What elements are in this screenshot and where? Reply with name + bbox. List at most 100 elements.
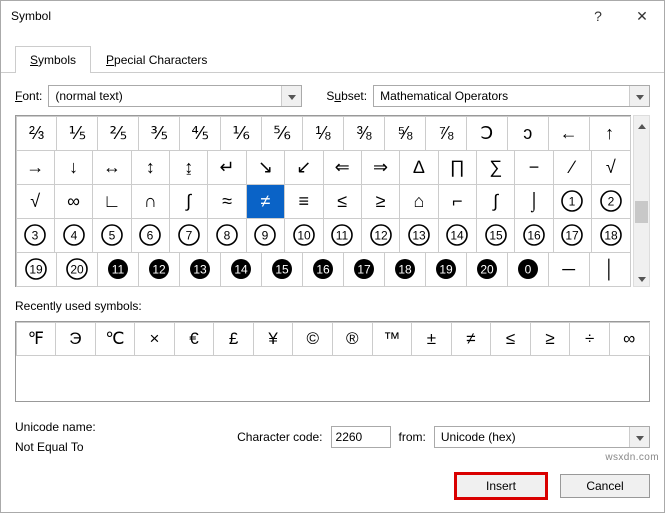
symbol-cell[interactable]: 13 [179, 252, 221, 287]
symbol-cell[interactable]: ⅝ [384, 116, 426, 151]
symbol-cell[interactable]: 10 [284, 218, 323, 253]
symbol-cell[interactable]: 19 [425, 252, 467, 287]
symbol-cell[interactable]: ↙ [284, 150, 323, 185]
subset-select[interactable]: Mathematical Operators [373, 85, 650, 107]
symbol-cell[interactable]: Э [55, 322, 96, 356]
symbol-cell[interactable]: 11 [97, 252, 139, 287]
symbol-cell[interactable]: 15 [261, 252, 303, 287]
symbol-cell[interactable]: ≠ [451, 322, 492, 356]
symbol-cell[interactable]: → [16, 150, 55, 185]
symbol-cell[interactable]: × [134, 322, 175, 356]
symbol-cell[interactable]: 16 [302, 252, 344, 287]
symbol-cell[interactable]: 11 [323, 218, 362, 253]
symbol-cell[interactable]: 2 [591, 184, 630, 219]
symbol-cell[interactable]: ⅔ [16, 116, 58, 151]
symbol-cell[interactable]: ∏ [438, 150, 477, 185]
tab-symbols[interactable]: Symbols [15, 46, 91, 73]
symbol-cell[interactable]: 9 [246, 218, 285, 253]
symbol-cell[interactable]: ← [548, 116, 590, 151]
symbol-cell[interactable]: 6 [131, 218, 170, 253]
symbol-cell[interactable]: 12 [361, 218, 400, 253]
symbol-cell[interactable]: ≤ [490, 322, 531, 356]
symbol-cell[interactable]: ∟ [92, 184, 131, 219]
symbol-cell[interactable]: 5 [92, 218, 131, 253]
symbol-cell[interactable]: ∞ [609, 322, 650, 356]
symbol-cell[interactable]: ⌐ [438, 184, 477, 219]
symbol-cell[interactable]: ∆ [399, 150, 438, 185]
symbol-cell[interactable]: 8 [207, 218, 246, 253]
symbol-cell[interactable]: 19 [16, 252, 58, 287]
scroll-thumb[interactable] [635, 201, 648, 223]
help-button[interactable]: ? [576, 1, 620, 31]
cancel-button[interactable]: Cancel [560, 474, 650, 498]
symbol-cell[interactable]: 7 [169, 218, 208, 253]
symbol-cell[interactable]: £ [213, 322, 254, 356]
symbol-cell[interactable]: 17 [553, 218, 592, 253]
symbol-cell[interactable]: ± [411, 322, 452, 356]
symbol-cell[interactable]: 13 [399, 218, 438, 253]
symbol-cell[interactable]: ↄ [507, 116, 549, 151]
symbol-cell[interactable]: ∩ [131, 184, 170, 219]
symbol-cell[interactable]: ⅗ [138, 116, 180, 151]
symbol-cell[interactable]: 1 [553, 184, 592, 219]
symbol-cell[interactable]: 0 [507, 252, 549, 287]
scroll-track[interactable] [634, 133, 649, 269]
symbol-cell[interactable]: ↑ [589, 116, 631, 151]
symbol-cell[interactable]: ≠ [246, 184, 285, 219]
font-select[interactable]: (normal text) [48, 85, 302, 107]
symbol-cell[interactable]: 12 [138, 252, 180, 287]
symbol-cell[interactable]: 20 [56, 252, 98, 287]
symbol-cell[interactable]: ⌂ [399, 184, 438, 219]
symbol-cell[interactable]: ∫ [476, 184, 515, 219]
symbol-cell[interactable]: ∫ [169, 184, 208, 219]
symbol-cell[interactable]: 18 [591, 218, 630, 253]
symbol-cell[interactable]: ⌡ [514, 184, 553, 219]
symbol-cell[interactable]: ™ [372, 322, 413, 356]
symbol-cell[interactable]: 16 [514, 218, 553, 253]
symbol-cell[interactable]: ↨ [169, 150, 208, 185]
symbol-cell[interactable]: 17 [343, 252, 385, 287]
symbol-cell[interactable]: ⅚ [261, 116, 303, 151]
symbol-cell[interactable]: ≤ [323, 184, 362, 219]
symbol-cell[interactable]: ↔ [92, 150, 131, 185]
symbol-cell[interactable]: € [174, 322, 215, 356]
symbol-cell[interactable]: Ↄ [466, 116, 508, 151]
symbol-cell[interactable]: ≈ [207, 184, 246, 219]
symbol-cell[interactable]: ⅜ [343, 116, 385, 151]
symbol-cell[interactable]: 14 [438, 218, 477, 253]
symbol-cell[interactable]: ⇐ [323, 150, 362, 185]
symbol-cell[interactable]: 20 [466, 252, 508, 287]
symbol-cell[interactable]: ≡ [284, 184, 323, 219]
symbol-cell[interactable]: 15 [476, 218, 515, 253]
tab-special-characters[interactable]: Ppecial Characters [91, 46, 222, 73]
symbol-cell[interactable]: √ [591, 150, 630, 185]
from-select[interactable]: Unicode (hex) [434, 426, 650, 448]
symbol-cell[interactable]: ® [332, 322, 373, 356]
symbol-cell[interactable]: ∑ [476, 150, 515, 185]
symbol-cell[interactable]: ∞ [54, 184, 93, 219]
close-button[interactable]: ✕ [620, 1, 664, 31]
char-code-input[interactable] [331, 426, 391, 448]
symbol-cell[interactable]: © [292, 322, 333, 356]
symbol-cell[interactable]: ≥ [361, 184, 400, 219]
symbol-cell[interactable]: ÷ [569, 322, 610, 356]
symbol-cell[interactable]: ⅘ [179, 116, 221, 151]
insert-button[interactable]: Insert [456, 474, 546, 498]
symbol-cell[interactable]: ─ [548, 252, 590, 287]
symbol-cell[interactable]: ↵ [207, 150, 246, 185]
symbol-cell[interactable]: ⅛ [302, 116, 344, 151]
symbol-cell[interactable]: √ [16, 184, 55, 219]
symbol-cell[interactable]: − [514, 150, 553, 185]
scroll-up-icon[interactable] [634, 116, 649, 133]
symbol-cell[interactable]: ≥ [530, 322, 571, 356]
symbol-cell[interactable]: 3 [16, 218, 55, 253]
symbol-cell[interactable]: ↘ [246, 150, 285, 185]
symbol-cell[interactable]: ∕ [553, 150, 592, 185]
symbol-cell[interactable]: ¥ [253, 322, 294, 356]
symbol-cell[interactable]: 18 [384, 252, 426, 287]
symbol-cell[interactable]: ⅕ [56, 116, 98, 151]
symbol-cell[interactable]: ⅞ [425, 116, 467, 151]
symbol-cell[interactable]: ⅖ [97, 116, 139, 151]
symbol-cell[interactable]: ⇒ [361, 150, 400, 185]
symbol-cell[interactable]: 4 [54, 218, 93, 253]
